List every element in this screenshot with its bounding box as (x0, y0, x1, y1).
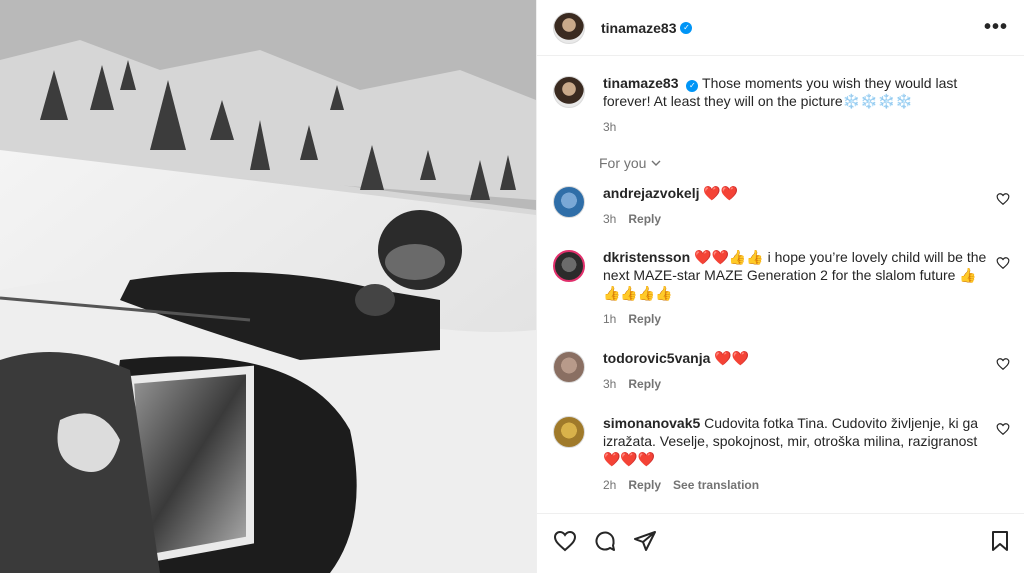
avatar[interactable] (553, 76, 585, 108)
paper-plane-icon[interactable] (633, 529, 657, 553)
reply-button[interactable]: Reply (628, 310, 661, 328)
post-actions-bar (537, 513, 1024, 573)
post-photo[interactable] (0, 0, 536, 573)
bookmark-icon[interactable] (988, 529, 1012, 553)
avatar[interactable] (553, 351, 585, 383)
like-comment-heart-icon[interactable] (996, 422, 1010, 436)
comment-time: 2h (603, 478, 617, 492)
comment-sort-dropdown[interactable]: For you (599, 155, 662, 171)
comment-time: 1h (603, 312, 617, 326)
like-comment-heart-icon[interactable] (996, 192, 1010, 206)
post-owner-username[interactable]: tinamaze83 (601, 20, 676, 36)
comment-text: ❤️❤️ (703, 185, 739, 201)
post-modal: tinamaze83 ✓ ••• tinamaze83 ✓ Those mome… (0, 0, 1024, 573)
more-options-icon[interactable]: ••• (984, 16, 1008, 39)
comment-item: dkristensson ❤️❤️👍👍 i hope you’re lovely… (553, 248, 1012, 328)
comment-time: 3h (603, 212, 617, 226)
caption-username[interactable]: tinamaze83 (603, 75, 678, 91)
comment-username[interactable]: dkristensson (603, 249, 690, 265)
verified-badge-icon: ✓ (680, 21, 693, 34)
comment-item: andrejazvokelj ❤️❤️ 3h Reply (553, 184, 1012, 228)
reply-button[interactable]: Reply (628, 375, 661, 393)
like-comment-heart-icon[interactable] (996, 256, 1010, 270)
chevron-down-icon (651, 160, 661, 166)
post-header: tinamaze83 ✓ ••• (537, 0, 1024, 56)
comment-item: simonanovak5 Cudovita fotka Tina. Cudovi… (553, 414, 1012, 494)
like-comment-heart-icon[interactable] (996, 357, 1010, 371)
reply-button[interactable]: Reply (628, 476, 661, 494)
avatar[interactable] (553, 250, 585, 282)
snow-selfie-image (0, 0, 536, 573)
comment-username[interactable]: andrejazvokelj (603, 185, 700, 201)
avatar[interactable] (553, 11, 585, 44)
comment-text: ❤️❤️ (714, 350, 750, 366)
caption-time: 3h (603, 120, 617, 134)
heart-icon[interactable] (553, 529, 577, 553)
comment-username[interactable]: todorovic5vanja (603, 350, 710, 366)
comment-username[interactable]: simonanovak5 (603, 415, 700, 431)
comment-time: 3h (603, 377, 617, 391)
comments-list: tinamaze83 ✓ Those moments you wish they… (537, 56, 1024, 513)
reply-button[interactable]: Reply (628, 210, 661, 228)
post-side-panel: tinamaze83 ✓ ••• tinamaze83 ✓ Those mome… (536, 0, 1024, 573)
avatar[interactable] (553, 186, 585, 218)
comment-item: todorovic5vanja ❤️❤️ 3h Reply (553, 349, 1012, 393)
comment-icon[interactable] (593, 529, 617, 553)
see-translation-button[interactable]: See translation (673, 476, 759, 494)
verified-badge-icon: ✓ (686, 80, 699, 92)
comment-sort-label: For you (599, 155, 647, 171)
caption: tinamaze83 ✓ Those moments you wish they… (553, 74, 1012, 136)
avatar[interactable] (553, 416, 585, 448)
